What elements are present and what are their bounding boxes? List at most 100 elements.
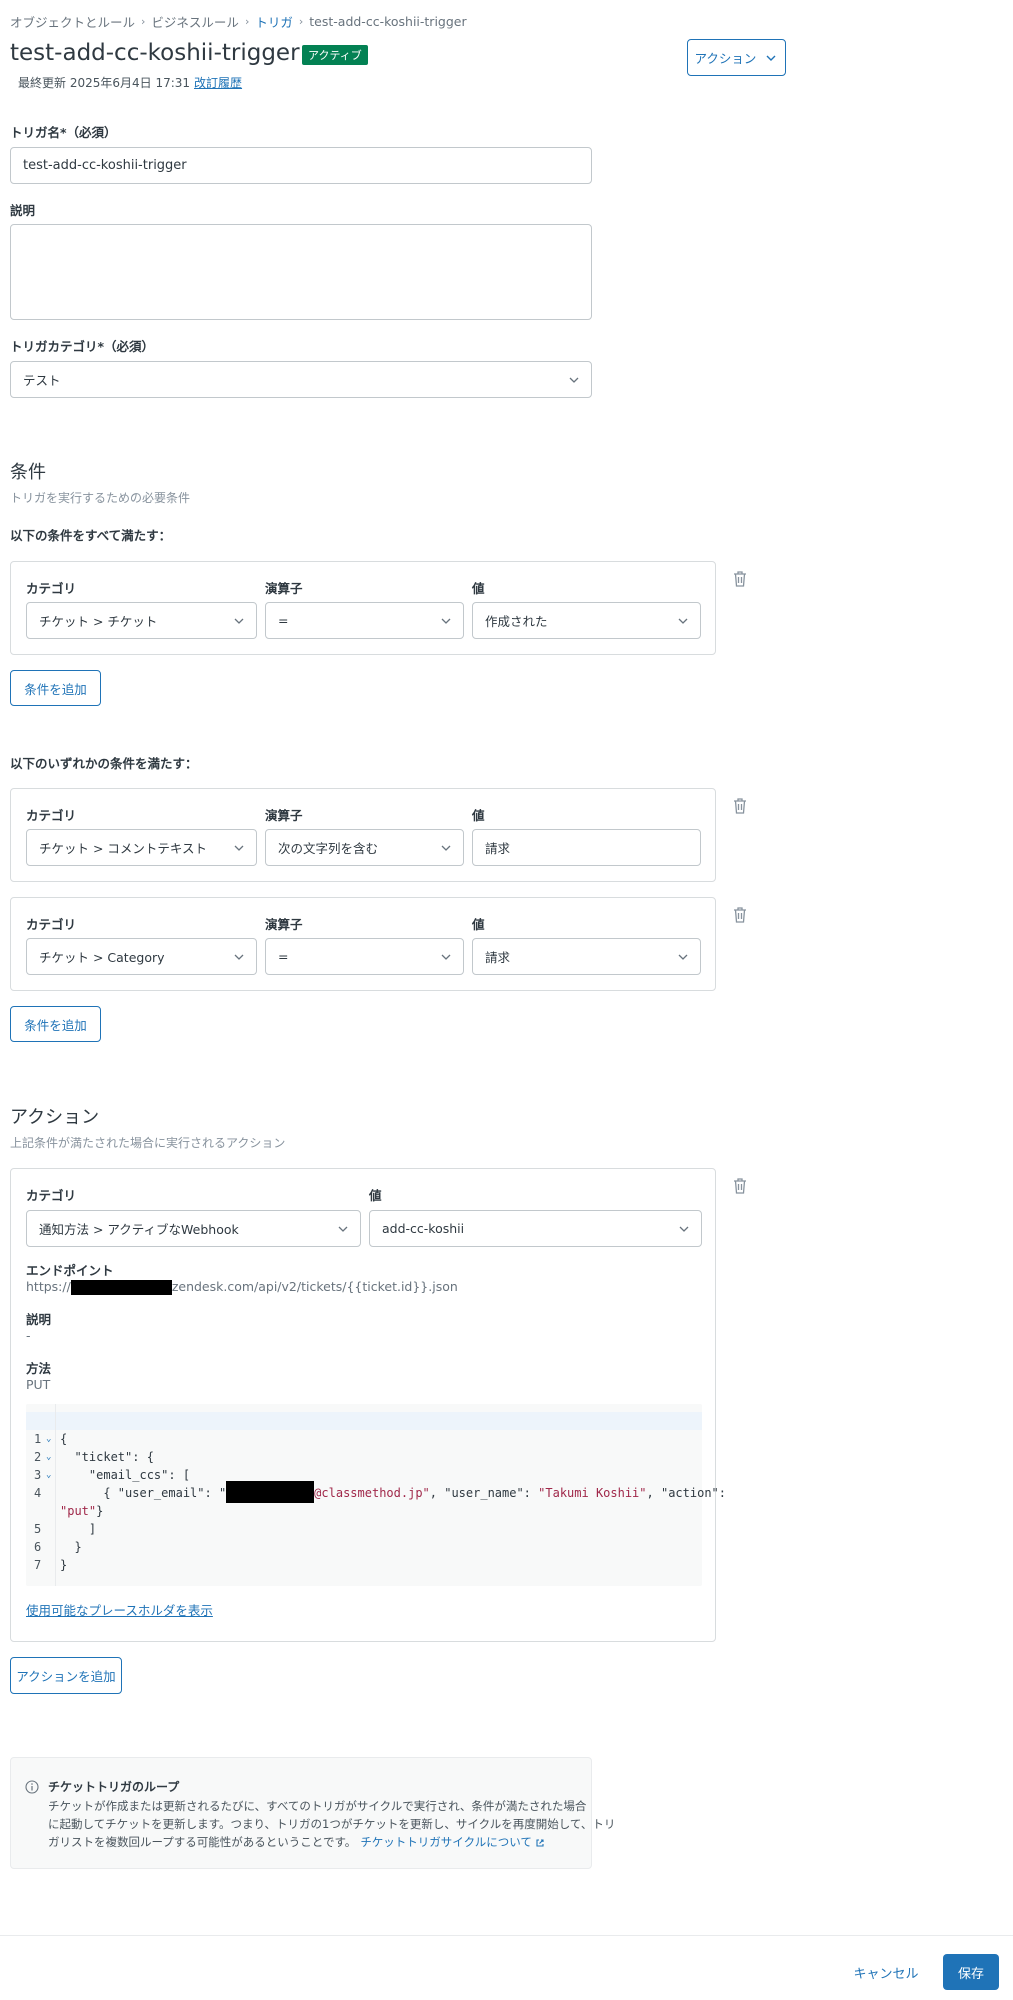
- trash-icon[interactable]: [732, 906, 748, 924]
- col-label-category: カテゴリ: [26, 1188, 77, 1203]
- code-line-4: 4 { "user_email": " @classmethod.jp", "us…: [26, 1466, 726, 1503]
- action-menu-label: アクション: [694, 51, 757, 66]
- condition-card-all-1: カテゴリ 演算子 値 チケット > チケット = 作成された: [10, 561, 716, 655]
- external-link-icon: [536, 1838, 544, 1847]
- action-menu-button[interactable]: アクション: [687, 39, 786, 76]
- conditions-any-title: 以下のいずれかの条件を満たす：: [10, 756, 198, 771]
- info-icon: [25, 1780, 39, 1794]
- condition-card-any-1: カテゴリ 演算子 値 チケット > コメントテキスト 次の文字列を含む 請求: [10, 788, 716, 882]
- action-value-select[interactable]: add-cc-koshii: [369, 1210, 702, 1247]
- condition-operator-select[interactable]: =: [265, 602, 464, 639]
- code-line-4-wrap: "put"}: [60, 1504, 104, 1518]
- conditions-all-title: 以下の条件をすべて満たす：: [10, 528, 172, 543]
- method-value: PUT: [26, 1377, 51, 1392]
- condition-value-input[interactable]: 請求: [472, 829, 701, 866]
- trigger-name-label: トリガ名*（必須）: [10, 125, 117, 140]
- trash-icon[interactable]: [732, 570, 748, 588]
- condition-operator-value: =: [278, 613, 289, 628]
- actions-title: アクション: [10, 1107, 100, 1128]
- trigger-category-select[interactable]: テスト: [10, 361, 592, 398]
- add-action-label: アクションを追加: [16, 1669, 116, 1684]
- save-button[interactable]: 保存: [943, 1954, 999, 1990]
- trigger-name-input[interactable]: test-add-cc-koshii-trigger: [10, 147, 592, 184]
- actions-subtitle: 上記条件が満たされた場合に実行されるアクション: [10, 1136, 286, 1150]
- condition-operator-value: 次の文字列を含む: [278, 841, 379, 856]
- show-placeholders-link[interactable]: 使用可能なプレースホルダを表示: [26, 1600, 213, 1619]
- action-card-1: カテゴリ 値 通知方法 > アクティブなWebhook add-cc-koshi…: [10, 1168, 726, 1642]
- add-condition-any-button[interactable]: 条件を追加: [10, 1006, 101, 1042]
- trigger-cycle-link[interactable]: チケットトリガサイクルについて: [360, 1835, 532, 1849]
- condition-category-select[interactable]: チケット > コメントテキスト: [26, 829, 257, 866]
- description-label: 説明: [10, 203, 36, 218]
- condition-category-select[interactable]: チケット > Category: [26, 938, 257, 975]
- chevron-right-icon: ›: [298, 15, 304, 28]
- redacted-block: [70, 1280, 172, 1295]
- condition-category-value: チケット > チケット: [39, 614, 158, 629]
- code-line-3: 3 ⌄ "email_ccs": [: [34, 1468, 191, 1482]
- code-line-1: 1 ⌄{: [34, 1432, 68, 1446]
- info-body-line-3: ガリストを複数回ループする可能性があるということです。 チケットトリガサイクルにつ…: [48, 1833, 615, 1851]
- condition-card-any-2: カテゴリ 演算子 値 チケット > Category = 請求: [10, 897, 716, 991]
- trash-icon[interactable]: [732, 1177, 748, 1195]
- col-label-value: 値: [369, 1188, 382, 1203]
- revision-history-link[interactable]: 改訂履歴: [194, 76, 242, 90]
- conditions-title: 条件: [10, 462, 46, 483]
- info-body-line-1: チケットが作成または更新されるたびに、すべてのトリガがサイクルで実行され、条件が…: [48, 1799, 587, 1813]
- condition-category-value: チケット > Category: [39, 950, 165, 965]
- add-action-button[interactable]: アクションを追加: [10, 1657, 122, 1694]
- condition-category-value: チケット > コメントテキスト: [39, 841, 208, 856]
- breadcrumb-item-objects-rules[interactable]: オブジェクトとルール: [10, 12, 135, 31]
- chevron-right-icon: ›: [141, 15, 146, 28]
- col-label-operator: 演算子: [265, 808, 303, 823]
- breadcrumb-item-triggers[interactable]: トリガ: [255, 12, 293, 31]
- col-label-value: 値: [472, 808, 485, 823]
- code-line-2: 2 ⌄ "ticket": {: [34, 1450, 154, 1464]
- col-label-value: 値: [472, 917, 485, 932]
- chevron-down-icon: [678, 954, 688, 960]
- cancel-button[interactable]: キャンセル: [850, 1954, 922, 1990]
- webhook-description-value: -: [26, 1328, 31, 1343]
- endpoint-label: エンドポイント: [26, 1263, 114, 1278]
- info-body: チケットが作成または更新されるたびに、すべてのトリガがサイクルで実行され、条件が…: [48, 1797, 615, 1851]
- col-label-category: カテゴリ: [26, 808, 77, 823]
- condition-value-value: 請求: [485, 950, 511, 965]
- chevron-right-icon: ›: [244, 15, 250, 28]
- col-label-category: カテゴリ: [26, 581, 77, 596]
- endpoint-prefix: https://: [26, 1279, 71, 1294]
- condition-category-select[interactable]: チケット > チケット: [26, 602, 257, 639]
- condition-operator-value: =: [278, 949, 289, 964]
- add-condition-all-button[interactable]: 条件を追加: [10, 670, 101, 706]
- add-condition-any-label: 条件を追加: [24, 1017, 87, 1033]
- last-updated: 最終更新 2025年6月4日 17:31 改訂履歴: [18, 74, 242, 91]
- col-label-value: 値: [472, 581, 485, 596]
- trash-icon[interactable]: [732, 797, 748, 815]
- method-label: 方法: [26, 1361, 52, 1376]
- condition-operator-select[interactable]: 次の文字列を含む: [265, 829, 464, 866]
- chevron-down-icon: [338, 1226, 348, 1232]
- json-body-editor[interactable]: 1 ⌄{ 2 ⌄ "ticket": { 3 ⌄ "email_ccs": [ 4 {…: [26, 1404, 726, 1586]
- trigger-loop-info-box: チケットトリガのループ チケットが作成または更新されるたびに、すべてのトリガがサ…: [10, 1757, 615, 1869]
- col-label-operator: 演算子: [265, 581, 303, 596]
- chevron-down-icon: [678, 618, 688, 624]
- condition-operator-select[interactable]: =: [265, 938, 464, 975]
- page-title: test-add-cc-koshii-trigger: [10, 40, 300, 66]
- condition-value-select[interactable]: 請求: [472, 938, 701, 975]
- info-body-line-2: に起動してチケットを更新します。つまり、トリガの1つがチケットを更新し、サイクル…: [48, 1817, 616, 1831]
- col-label-category: カテゴリ: [26, 917, 77, 932]
- chevron-down-icon: [569, 377, 579, 383]
- add-condition-all-label: 条件を追加: [24, 681, 87, 697]
- chevron-down-icon: [441, 845, 451, 851]
- description-textarea[interactable]: [10, 224, 592, 320]
- chevron-down-icon: [234, 845, 244, 851]
- last-updated-text: 最終更新 2025年6月4日 17:31: [18, 76, 191, 90]
- endpoint-suffix: zendesk.com/api/v2/tickets/{{ticket.id}}…: [171, 1279, 458, 1294]
- endpoint-value: https:// zendesk.com/api/v2/tickets/{{tic…: [26, 1279, 458, 1295]
- breadcrumb-item-business-rules[interactable]: ビジネスルール: [151, 12, 239, 31]
- chevron-down-icon: [441, 618, 451, 624]
- action-category-select[interactable]: 通知方法 > アクティブなWebhook: [26, 1210, 361, 1247]
- status-badge: アクティブ: [302, 45, 368, 65]
- code-line-6: 6 }: [34, 1540, 82, 1554]
- condition-value-select[interactable]: 作成された: [472, 602, 701, 639]
- condition-value-value: 作成された: [485, 614, 548, 629]
- col-label-operator: 演算子: [265, 917, 303, 932]
